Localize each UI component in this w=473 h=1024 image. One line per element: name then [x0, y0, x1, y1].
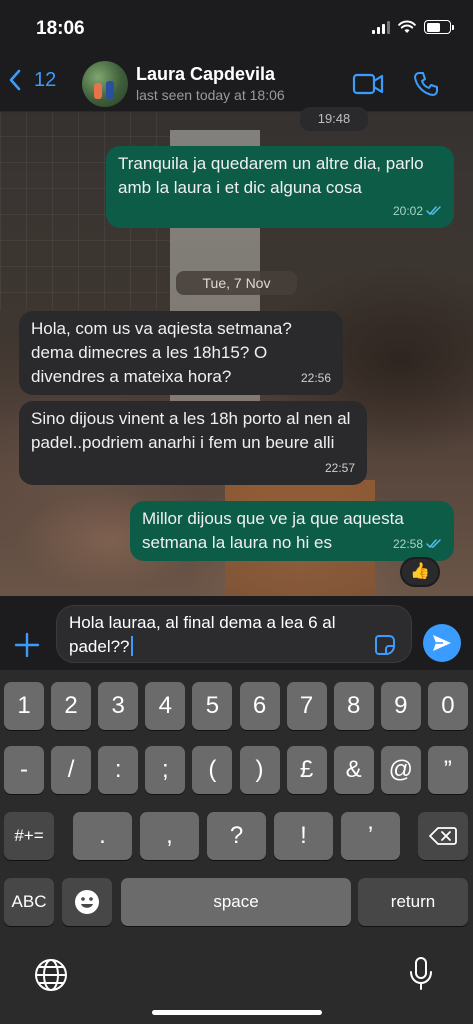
message-time: 22:58	[392, 537, 423, 551]
message-time: 22:57	[324, 461, 355, 475]
home-indicator	[152, 1010, 322, 1015]
digit-key[interactable]: 0	[427, 682, 468, 730]
back-chevron-icon	[9, 69, 21, 91]
symbol-key[interactable]: &	[333, 746, 374, 794]
wifi-icon	[398, 20, 416, 33]
digit-key[interactable]: 9	[380, 682, 421, 730]
sticker-icon[interactable]	[374, 634, 396, 656]
symbol-key[interactable]: ;	[145, 746, 186, 794]
backspace-icon	[429, 827, 457, 845]
key-space[interactable]: space	[121, 878, 351, 926]
phone-icon[interactable]	[412, 70, 440, 98]
key-period[interactable]: .	[73, 812, 132, 860]
digit-key[interactable]: 5	[192, 682, 233, 730]
symbol-key[interactable]: ”	[427, 746, 468, 794]
contact-name[interactable]: Laura Capdevila	[136, 64, 275, 85]
message-bubble-outgoing[interactable]: Tranquila ja quedarem un altre dia, parl…	[106, 146, 454, 228]
key-comma[interactable]: ,	[140, 812, 199, 860]
cellular-signal-icon	[372, 20, 390, 34]
message-text: Sino dijous vinent a les 18h porto al ne…	[31, 409, 351, 452]
chat-header: 12 Laura Capdevila last seen today at 18…	[0, 56, 473, 112]
microphone-icon[interactable]	[408, 956, 434, 992]
unread-count: 12	[34, 68, 57, 91]
symbol-key[interactable]: /	[51, 746, 92, 794]
date-separator: Tue, 7 Nov	[176, 271, 297, 295]
status-bar: 18:06	[0, 0, 473, 56]
message-input[interactable]: Hola lauraa, al final dema a lea 6 al pa…	[56, 605, 412, 663]
digit-key[interactable]: 2	[51, 682, 92, 730]
globe-icon[interactable]	[34, 958, 68, 992]
digit-key[interactable]: 3	[98, 682, 139, 730]
message-meta: 22:56	[301, 366, 331, 390]
message-draft-text: Hola lauraa, al final dema a lea 6 al pa…	[69, 613, 336, 656]
partial-message-time: 19:48	[300, 107, 368, 131]
send-button[interactable]	[423, 624, 461, 662]
message-text: Tranquila ja quedarem un altre dia, parl…	[118, 154, 424, 197]
key-more-symbols[interactable]: #+=	[4, 812, 54, 860]
numeric-keyboard: 1234567890 - /:;() £ & @” #+= . , ? ! ’ ABC …	[0, 670, 473, 1024]
symbol-key[interactable]: -	[4, 746, 44, 794]
send-icon	[433, 635, 451, 651]
video-call-icon[interactable]	[352, 70, 384, 98]
message-meta: 22:57	[325, 456, 355, 480]
key-exclamation[interactable]: !	[274, 812, 333, 860]
message-bubble-outgoing[interactable]: Millor dijous que ve ja que aquesta setm…	[130, 501, 454, 561]
double-check-icon	[426, 539, 441, 549]
message-composer: Hola lauraa, al final dema a lea 6 al pa…	[0, 596, 473, 670]
symbol-key[interactable]: @	[380, 746, 421, 794]
battery-icon	[424, 20, 454, 34]
back-button[interactable]: 12	[8, 68, 56, 92]
digit-key[interactable]: 7	[286, 682, 327, 730]
key-emoji[interactable]	[62, 878, 112, 926]
key-abc[interactable]: ABC	[4, 878, 54, 926]
text-caret	[130, 636, 133, 656]
key-question[interactable]: ?	[207, 812, 266, 860]
message-text: Hola, com us va aqiesta setmana? dema di…	[31, 319, 292, 386]
message-time: 22:56	[300, 371, 331, 385]
emoji-icon	[75, 890, 99, 914]
message-bubble-incoming[interactable]: Hola, com us va aqiesta setmana? dema di…	[19, 311, 343, 395]
symbol-key[interactable]: )	[239, 746, 280, 794]
key-return[interactable]: return	[358, 878, 468, 926]
digit-key[interactable]: 8	[333, 682, 374, 730]
key-backspace[interactable]	[418, 812, 468, 860]
double-check-icon	[426, 206, 441, 216]
contact-avatar[interactable]	[82, 61, 128, 107]
symbol-key[interactable]: :	[98, 746, 139, 794]
status-icons	[372, 20, 454, 34]
message-time: 20:02	[392, 204, 423, 218]
status-time: 18:06	[36, 18, 85, 39]
digit-key[interactable]: 6	[239, 682, 280, 730]
thumbs-up-reaction[interactable]: 👍	[400, 557, 440, 587]
digit-key[interactable]: 1	[4, 682, 44, 730]
digit-key[interactable]: 4	[145, 682, 186, 730]
key-apostrophe[interactable]: ’	[341, 812, 400, 860]
symbol-key[interactable]: (	[192, 746, 233, 794]
message-bubble-incoming[interactable]: Sino dijous vinent a les 18h porto al ne…	[19, 401, 367, 485]
plus-icon[interactable]	[14, 632, 40, 658]
last-seen-status: last seen today at 18:06	[136, 87, 285, 103]
message-meta: 20:02	[393, 199, 442, 223]
symbol-key[interactable]: £	[286, 746, 327, 794]
message-meta: 22:58	[393, 532, 442, 556]
